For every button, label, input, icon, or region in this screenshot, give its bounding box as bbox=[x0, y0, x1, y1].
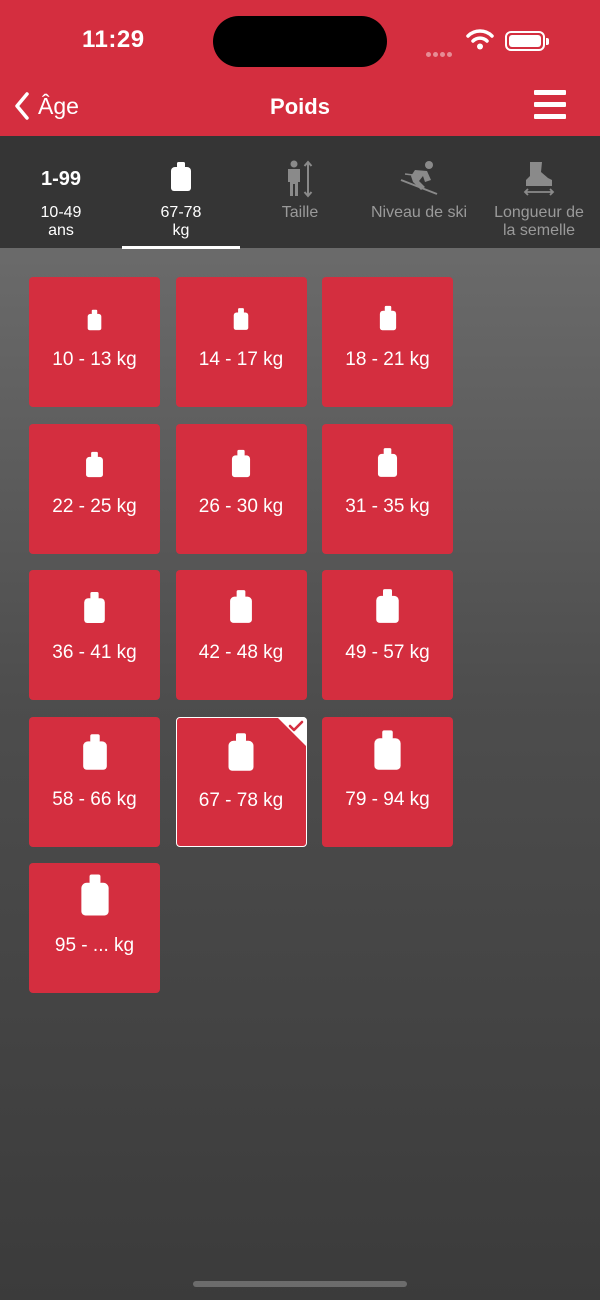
weight-option-tile[interactable]: 22 - 25 kg bbox=[29, 423, 160, 554]
weight-option-label: 42 - 48 kg bbox=[198, 642, 284, 663]
height-icon bbox=[288, 160, 313, 198]
weight-icon bbox=[231, 449, 251, 477]
weight-icon bbox=[379, 305, 396, 331]
dynamic-island bbox=[213, 16, 387, 67]
wifi-icon bbox=[466, 29, 494, 50]
hamburger-menu-button[interactable] bbox=[534, 90, 566, 120]
tab-ski-level-label: Niveau de ski bbox=[370, 204, 468, 221]
tab-age[interactable]: 1-99 10-49 ans bbox=[0, 136, 122, 248]
tab-ski-level[interactable]: Niveau de ski bbox=[360, 136, 478, 248]
weight-option-tile[interactable]: 18 - 21 kg bbox=[322, 277, 453, 407]
weight-option-label: 95 - ... kg bbox=[54, 935, 135, 956]
skier-icon bbox=[400, 161, 438, 195]
page-title: Poids bbox=[270, 94, 330, 119]
weight-option-tile[interactable]: 26 - 30 kg bbox=[175, 423, 307, 554]
weight-option-label: 26 - 30 kg bbox=[198, 495, 284, 517]
weight-option-label: 31 - 35 kg bbox=[345, 495, 430, 517]
step-tab-bar: 1-99 10-49 ans 67-78 kg Taille Niveau de… bbox=[0, 136, 600, 249]
weight-icon bbox=[87, 309, 102, 331]
tab-sole-length[interactable]: Longueur de la semelle bbox=[478, 136, 600, 248]
tab-weight-label: 67-78 kg bbox=[160, 204, 202, 239]
navigation-bar: Âge Poids bbox=[0, 84, 600, 136]
weight-option-label: 18 - 21 kg bbox=[345, 349, 430, 370]
weight-icon bbox=[376, 589, 399, 623]
weight-option-label: 58 - 66 kg bbox=[52, 788, 137, 810]
tab-age-label: 10-49 ans bbox=[40, 204, 82, 239]
weight-icon bbox=[84, 592, 105, 623]
weight-option-tile[interactable]: 79 - 94 kg bbox=[322, 716, 453, 847]
weight-option-label: 36 - 41 kg bbox=[52, 642, 137, 663]
weight-icon bbox=[230, 590, 252, 623]
weight-icon bbox=[80, 874, 109, 916]
selected-check-icon bbox=[276, 716, 307, 747]
weight-icon bbox=[171, 162, 191, 191]
weight-option-tile[interactable]: 14 - 17 kg bbox=[175, 277, 307, 407]
weight-icon bbox=[86, 451, 103, 477]
weight-option-label: 79 - 94 kg bbox=[345, 788, 430, 810]
weight-option-label: 67 - 78 kg bbox=[198, 789, 284, 811]
weight-icon bbox=[82, 733, 107, 770]
weight-option-label: 49 - 57 kg bbox=[345, 642, 430, 663]
weight-option-tile[interactable]: 42 - 48 kg bbox=[175, 570, 307, 700]
weight-icon bbox=[374, 729, 401, 770]
weight-option-tile[interactable]: 31 - 35 kg bbox=[322, 423, 453, 554]
tab-height[interactable]: Taille bbox=[240, 136, 360, 248]
weight-option-tile[interactable]: 36 - 41 kg bbox=[29, 570, 160, 700]
cellular-signal-icon bbox=[426, 44, 458, 57]
active-tab-indicator bbox=[122, 246, 240, 249]
battery-icon bbox=[505, 31, 549, 51]
weight-option-label: 14 - 17 kg bbox=[198, 349, 284, 370]
weight-option-tile[interactable]: 58 - 66 kg bbox=[29, 716, 160, 847]
tab-sole-length-label: Longueur de la semelle bbox=[494, 204, 584, 239]
weight-icon bbox=[377, 447, 398, 477]
status-bar: 11:29 bbox=[0, 0, 600, 84]
tab-weight[interactable]: 67-78 kg bbox=[122, 136, 240, 248]
weight-option-tile[interactable]: 67 - 78 kg bbox=[175, 716, 307, 847]
home-indicator bbox=[193, 1281, 407, 1287]
boot-icon bbox=[523, 162, 555, 196]
weight-option-label: 10 - 13 kg bbox=[52, 349, 137, 370]
weight-option-tile[interactable]: 95 - ... kg bbox=[29, 863, 160, 993]
tab-height-label: Taille bbox=[281, 204, 319, 221]
weight-option-tile[interactable]: 49 - 57 kg bbox=[322, 570, 453, 700]
weight-option-label: 22 - 25 kg bbox=[52, 495, 137, 517]
status-time: 11:29 bbox=[82, 26, 145, 53]
weight-icon bbox=[233, 308, 249, 330]
age-badge: 1-99 bbox=[40, 168, 82, 190]
weight-option-tile[interactable]: 10 - 13 kg bbox=[29, 277, 160, 407]
weight-icon bbox=[228, 732, 254, 771]
